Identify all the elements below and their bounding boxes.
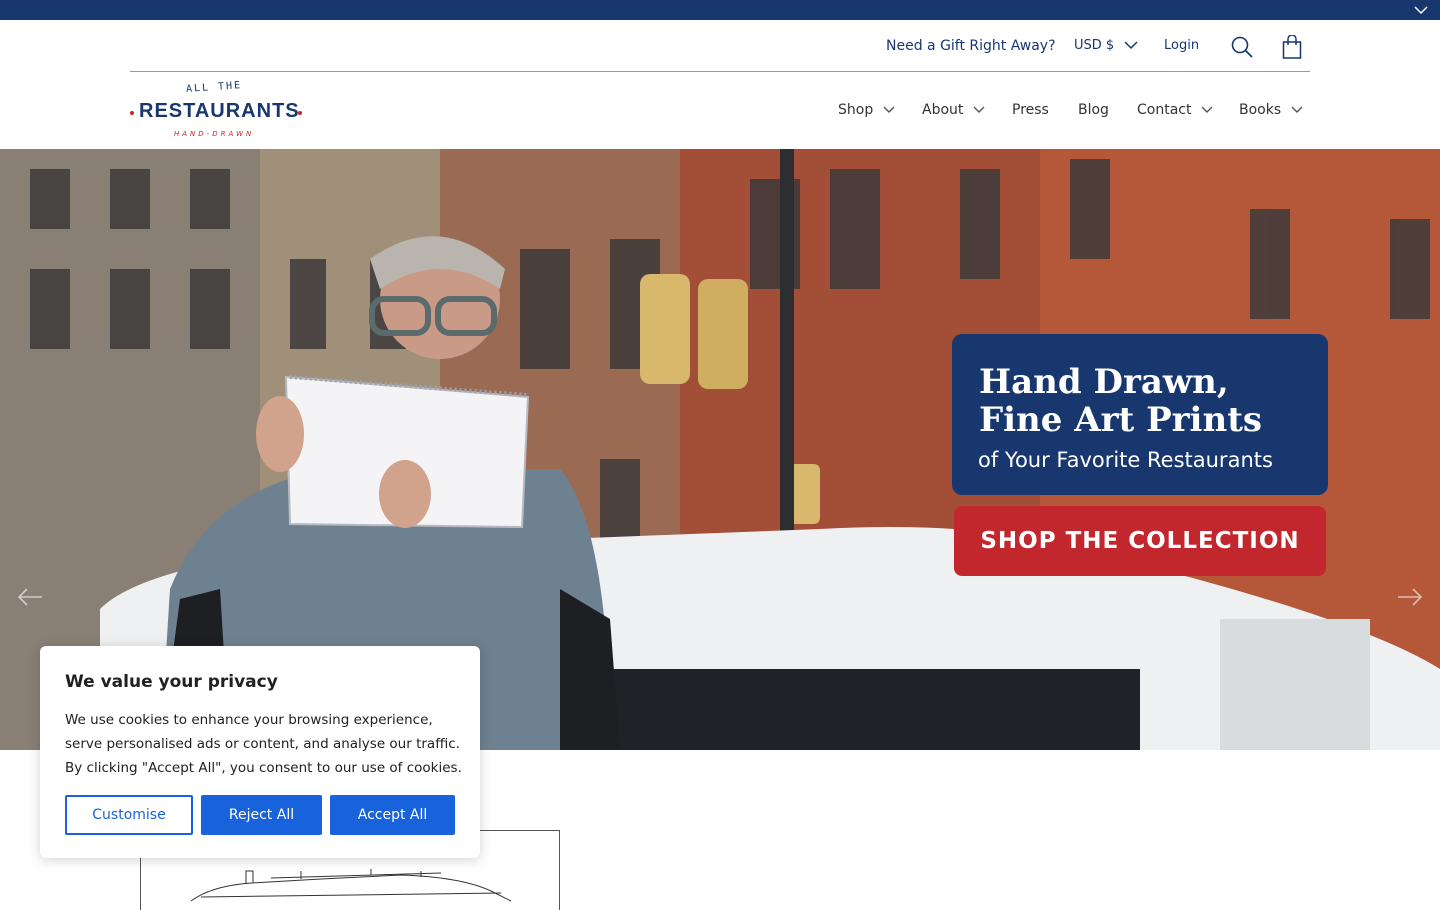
nav-label-shop: Shop (838, 102, 874, 118)
nav-label-books: Books (1239, 102, 1282, 118)
nav-item-contact[interactable]: Contact (1137, 100, 1213, 120)
arrow-left-icon[interactable] (16, 585, 44, 609)
chevron-down-icon (1291, 106, 1303, 113)
customise-button[interactable]: Customise (65, 795, 193, 835)
hero-promo-card: Hand Drawn, Fine Art Prints of Your Favo… (952, 334, 1328, 495)
accept-all-button[interactable]: Accept All (330, 795, 455, 835)
shopping-bag-icon[interactable] (1282, 35, 1302, 59)
site-logo[interactable]: ALL THE RESTAURANTS HAND-DRAWN (130, 80, 302, 142)
chevron-down-icon (1201, 106, 1213, 113)
arrow-right-icon[interactable] (1396, 585, 1424, 609)
logo-line-3: HAND-DRAWN (174, 130, 255, 138)
chevron-down-icon (973, 106, 985, 113)
hero-headline-3: of Your Favorite Restaurants (978, 448, 1273, 472)
logo-line-1: ALL THE (185, 80, 243, 95)
cookie-body: We use cookies to enhance your browsing … (65, 712, 462, 776)
reject-all-button[interactable]: Reject All (201, 795, 322, 835)
search-icon[interactable] (1230, 35, 1254, 59)
hero-headline-2: Fine Art Prints (979, 400, 1263, 440)
nav-item-blog[interactable]: Blog (1078, 100, 1109, 120)
currency-label: USD $ (1074, 38, 1115, 53)
nav-label-about: About (922, 102, 964, 118)
nav-label-blog: Blog (1078, 102, 1109, 118)
logo-dot-left (130, 111, 134, 115)
top-utility-bar: Need a Gift Right Away? USD $ Login (130, 20, 1310, 72)
logo-line-2: RESTAURANTS (139, 100, 300, 122)
chevron-down-icon[interactable] (1414, 4, 1428, 16)
nav-label-contact: Contact (1137, 102, 1192, 118)
nav-item-about[interactable]: About (922, 100, 985, 120)
nav-item-shop[interactable]: Shop (838, 100, 895, 120)
currency-selector[interactable]: USD $ (1074, 38, 1138, 53)
shop-collection-button[interactable]: SHOP THE COLLECTION (954, 506, 1326, 576)
nav-item-press[interactable]: Press (1012, 100, 1049, 120)
logo-dot-right (298, 111, 302, 115)
cookie-consent-banner: We value your privacy We use cookies to … (40, 646, 480, 858)
chevron-down-icon (1124, 41, 1138, 50)
cookie-title: We value your privacy (65, 672, 278, 692)
hero-headline-1: Hand Drawn, (979, 362, 1229, 402)
nav-label-press: Press (1012, 102, 1049, 118)
login-link[interactable]: Login (1164, 38, 1199, 53)
chevron-down-icon (883, 106, 895, 113)
gift-link[interactable]: Need a Gift Right Away? (886, 38, 1056, 54)
announcement-bar (0, 0, 1440, 20)
nav-item-books[interactable]: Books (1239, 100, 1303, 120)
